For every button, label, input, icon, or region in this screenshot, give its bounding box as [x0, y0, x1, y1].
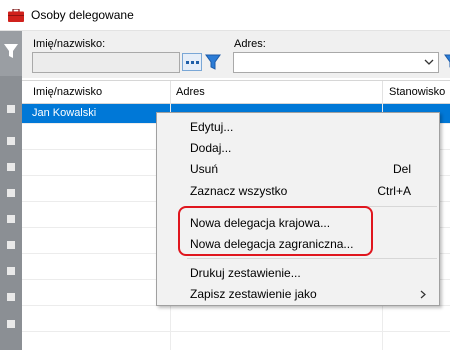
menu-item-edit[interactable]: Edytuj...: [158, 116, 438, 138]
menu-item-delete[interactable]: Usuń Del: [158, 158, 438, 180]
funnel-icon[interactable]: [204, 53, 222, 71]
menu-item-shortcut: Del: [392, 162, 411, 176]
column-header-address[interactable]: Adres: [176, 86, 205, 98]
grid-header: Imię/nazwisko Adres Stanowisko: [22, 80, 450, 104]
menu-item-add[interactable]: Dodaj...: [158, 137, 438, 159]
row-marker[interactable]: [7, 241, 15, 249]
row-marker[interactable]: [7, 267, 15, 275]
chevron-down-icon[interactable]: [424, 57, 434, 67]
funnel-icon[interactable]: [3, 42, 19, 60]
chevron-right-icon: [420, 290, 426, 299]
row-marker[interactable]: [7, 105, 15, 113]
briefcase-icon: [8, 9, 24, 22]
row-divider: [22, 331, 450, 332]
menu-item-label: Zapisz zestawienie jako: [190, 287, 317, 301]
column-divider[interactable]: [170, 81, 171, 104]
menu-item-label: Edytuj...: [190, 120, 234, 134]
row-marker[interactable]: [7, 293, 15, 301]
menu-item-label: Usuń: [190, 162, 219, 176]
cell-name: Jan Kowalski: [32, 107, 97, 119]
column-divider[interactable]: [382, 81, 383, 104]
menu-item-label: Zaznacz wszystko: [190, 184, 288, 198]
funnel-icon[interactable]: [443, 53, 450, 71]
row-marker[interactable]: [7, 163, 15, 171]
menu-item-print-report[interactable]: Drukuj zestawienie...: [158, 262, 438, 284]
row-marker[interactable]: [7, 215, 15, 223]
menu-item-shortcut: Ctrl+A: [377, 184, 411, 198]
address-filter-label: Adres:: [234, 38, 266, 50]
address-filter-combo[interactable]: [233, 52, 439, 73]
menu-item-label: Drukuj zestawienie...: [190, 266, 301, 280]
name-filter-label: Imię/nazwisko:: [33, 38, 106, 50]
ellipsis-icon[interactable]: [182, 53, 202, 71]
title-bar: Osoby delegowane: [0, 0, 450, 31]
column-header-position[interactable]: Stanowisko: [389, 86, 445, 98]
window-title: Osoby delegowane: [31, 8, 134, 22]
name-filter-input[interactable]: [32, 52, 180, 73]
column-header-name[interactable]: Imię/nazwisko: [33, 86, 102, 98]
row-marker[interactable]: [7, 189, 15, 197]
menu-separator: [187, 258, 437, 259]
highlight-annotation: [178, 206, 373, 256]
menu-item-save-report-as[interactable]: Zapisz zestawienie jako: [158, 283, 438, 305]
menu-item-select-all[interactable]: Zaznacz wszystko Ctrl+A: [158, 180, 438, 202]
row-marker[interactable]: [7, 320, 15, 328]
row-marker[interactable]: [7, 137, 15, 145]
menu-item-label: Dodaj...: [190, 141, 232, 155]
